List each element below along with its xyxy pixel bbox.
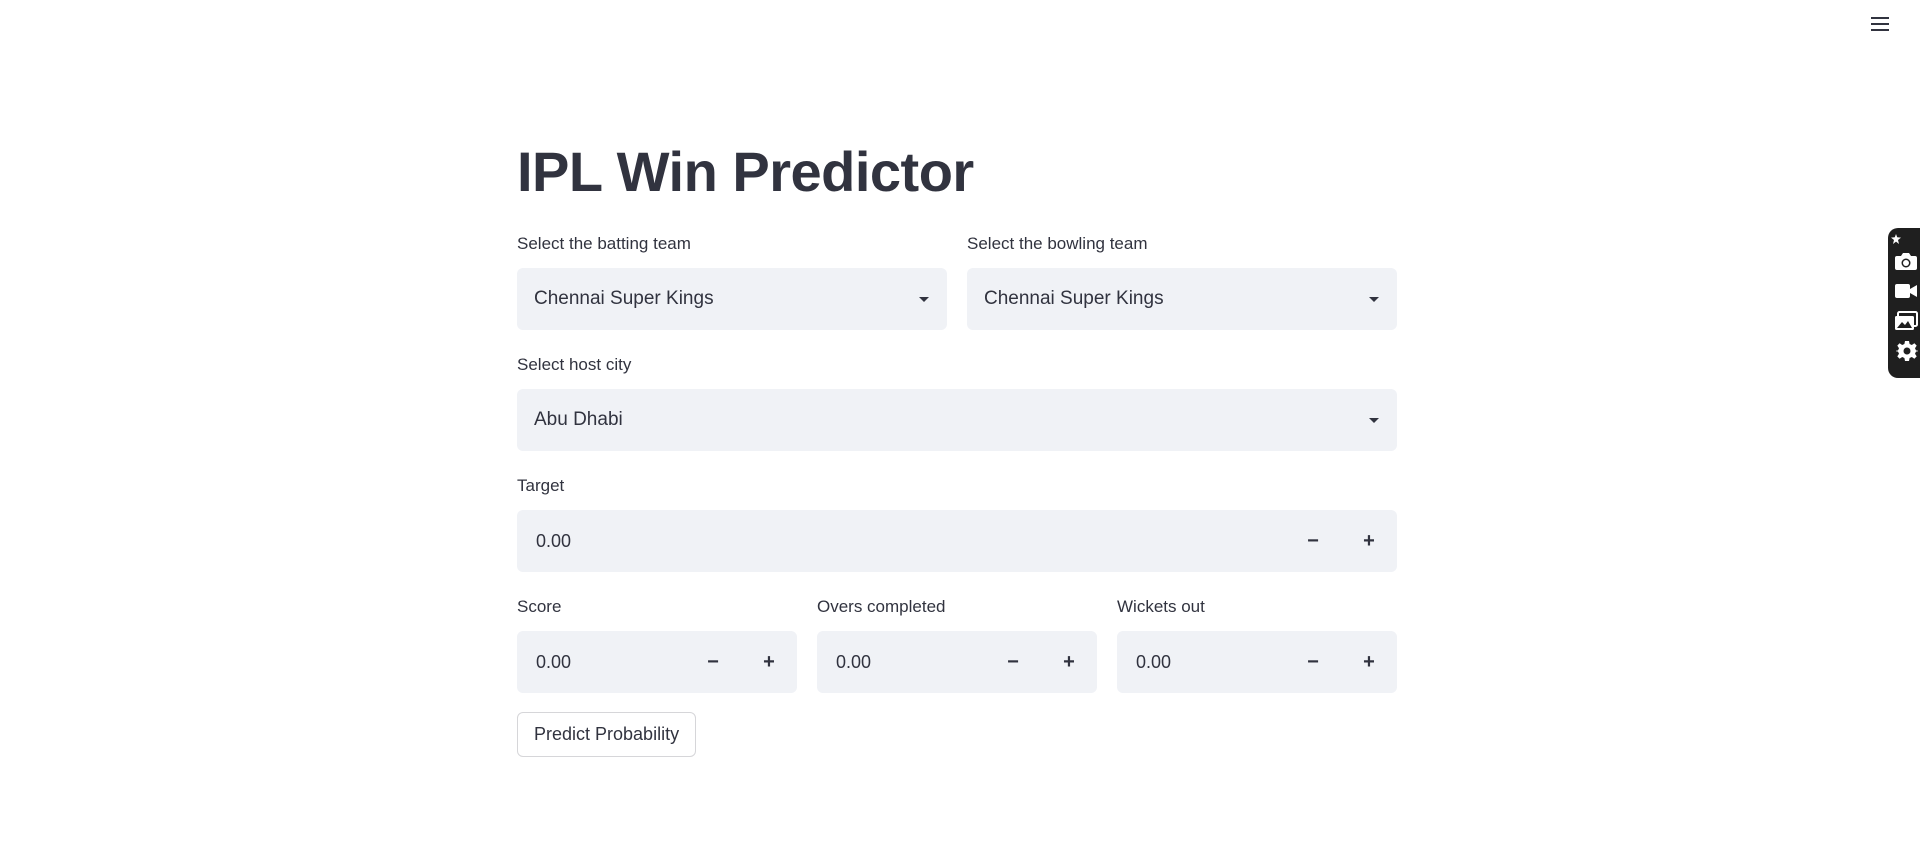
host-city-select[interactable]: Abu Dhabi [517, 389, 1397, 451]
batting-team-value: Chennai Super Kings [534, 288, 714, 309]
host-city-label: Select host city [517, 355, 632, 374]
score-decrement-button[interactable]: − [685, 631, 741, 693]
page-title: IPL Win Predictor [517, 140, 974, 203]
gallery-icon [1895, 311, 1918, 330]
app-page: IPL Win Predictor Select the batting tea… [0, 0, 1920, 841]
overs-number-input: 0.00 − + [817, 631, 1097, 693]
chevron-down-icon [1369, 296, 1379, 302]
wickets-number-input: 0.00 − + [1117, 631, 1397, 693]
score-increment-button[interactable]: + [741, 631, 797, 693]
gallery-button[interactable] [1890, 306, 1918, 336]
gear-icon [1896, 341, 1918, 361]
chevron-down-icon [919, 296, 929, 302]
camera-icon [1895, 253, 1917, 270]
record-video-button[interactable] [1890, 276, 1918, 306]
screen-capture-toolbar [1888, 228, 1920, 378]
predict-probability-button[interactable]: Predict Probability [517, 712, 697, 757]
hamburger-menu-button[interactable] [1868, 12, 1892, 36]
settings-button[interactable] [1890, 336, 1918, 366]
wickets-increment-button[interactable]: + [1341, 631, 1397, 693]
overs-increment-button[interactable]: + [1041, 631, 1097, 693]
score-label: Score [517, 597, 562, 616]
overs-decrement-button[interactable]: − [985, 631, 1041, 693]
target-label: Target [517, 476, 565, 495]
score-number-input: 0.00 − + [517, 631, 797, 693]
hamburger-icon [1871, 17, 1889, 31]
wickets-input[interactable]: 0.00 [1117, 631, 1285, 693]
batting-team-select[interactable]: Chennai Super Kings [517, 268, 947, 330]
bowling-team-select[interactable]: Chennai Super Kings [967, 268, 1397, 330]
target-increment-button[interactable]: + [1341, 510, 1397, 572]
target-decrement-button[interactable]: − [1285, 510, 1341, 572]
target-input[interactable]: 0.00 [517, 510, 1285, 572]
screenshot-button[interactable] [1890, 246, 1918, 276]
overs-label: Overs completed [817, 597, 946, 616]
batting-team-label: Select the batting team [517, 234, 691, 253]
bowling-team-value: Chennai Super Kings [984, 288, 1164, 309]
bowling-team-label: Select the bowling team [967, 234, 1148, 253]
video-icon [1895, 284, 1917, 298]
pin-button[interactable] [1889, 232, 1919, 246]
wickets-decrement-button[interactable]: − [1285, 631, 1341, 693]
wickets-label: Wickets out [1117, 597, 1205, 616]
overs-input[interactable]: 0.00 [817, 631, 985, 693]
target-number-input: 0.00 − + [517, 510, 1397, 572]
score-input[interactable]: 0.00 [517, 631, 685, 693]
host-city-value: Abu Dhabi [534, 409, 623, 430]
pin-icon [1891, 234, 1901, 244]
chevron-down-icon [1369, 417, 1379, 423]
